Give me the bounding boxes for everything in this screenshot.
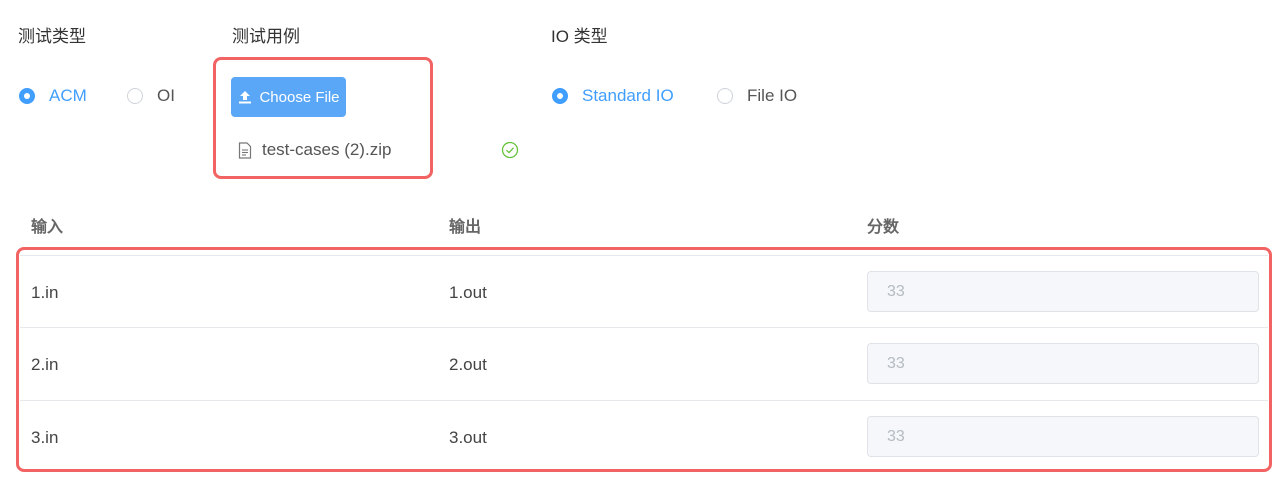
radio-acm-label: ACM [49, 86, 87, 105]
radio-dot-icon [717, 88, 733, 104]
score-input-value: 33 [887, 354, 905, 372]
table-cell-output: 3.out [449, 428, 487, 447]
radio-standard-io[interactable]: Standard IO [552, 86, 674, 106]
uploaded-file[interactable]: test-cases (2).zip [238, 140, 391, 160]
column-header-output: 输出 [449, 219, 482, 236]
table-cell-input: 2.in [31, 355, 59, 374]
io-type-label: IO 类型 [551, 27, 608, 46]
check-circle-icon [501, 141, 519, 159]
problem-type-label: 测试类型 [18, 27, 86, 46]
document-icon [238, 141, 252, 159]
radio-oi[interactable]: OI [127, 86, 175, 106]
table-cell-output: 2.out [449, 355, 487, 374]
score-input-value: 33 [887, 427, 905, 445]
radio-dot-icon [552, 88, 568, 104]
radio-standard-io-label: Standard IO [582, 86, 674, 105]
table-cell-output: 1.out [449, 283, 487, 302]
table-cell-input: 3.in [31, 428, 59, 447]
uploaded-file-name: test-cases (2).zip [262, 140, 392, 159]
upload-icon [239, 91, 252, 104]
column-header-score: 分数 [867, 219, 900, 236]
radio-acm[interactable]: ACM [19, 86, 87, 106]
table-divider [20, 255, 1268, 256]
table-divider [20, 327, 1268, 328]
table-cell-input: 1.in [31, 283, 59, 302]
upload-highlight-box [213, 57, 433, 179]
radio-oi-label: OI [157, 86, 175, 105]
choose-file-label: Choose File [259, 88, 340, 106]
radio-file-io-label: File IO [747, 86, 798, 105]
score-input[interactable]: 33 [867, 416, 1259, 457]
radio-dot-icon [127, 88, 143, 104]
choose-file-button[interactable]: Choose File [231, 77, 346, 117]
table-divider [20, 400, 1268, 401]
score-input[interactable]: 33 [867, 271, 1259, 312]
score-input[interactable]: 33 [867, 343, 1259, 384]
score-input-value: 33 [887, 282, 905, 300]
radio-dot-icon [19, 88, 35, 104]
column-header-input: 输入 [31, 219, 64, 236]
radio-file-io[interactable]: File IO [717, 86, 797, 106]
test-cases-label: 测试用例 [232, 27, 300, 46]
